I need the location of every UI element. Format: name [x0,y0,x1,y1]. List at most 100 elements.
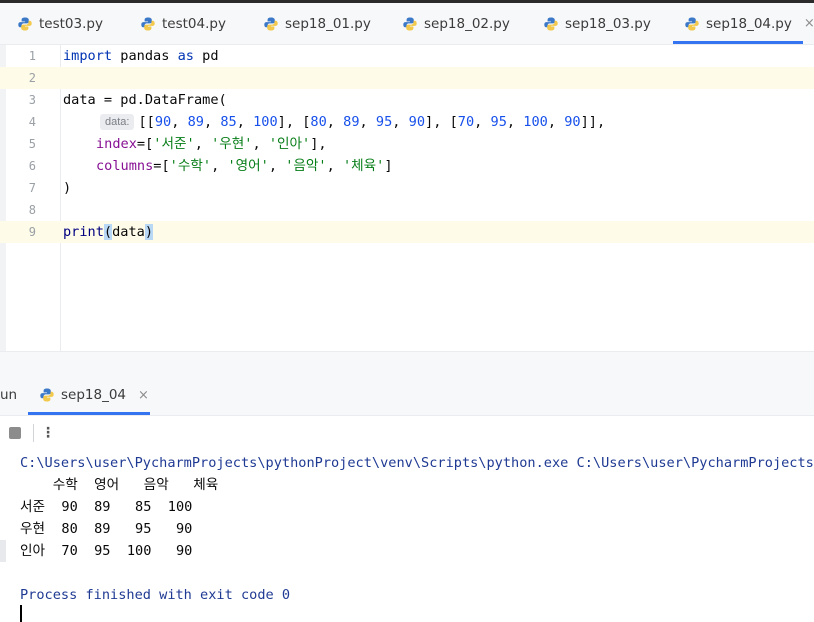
more-options-icon[interactable]: ⋮ [41,421,55,445]
number: 89 [187,114,204,130]
run-console[interactable]: C:\Users\user\PycharmProjects\pythonProj… [0,450,814,622]
matched-brace: ( [103,224,113,240]
python-file-icon [544,17,558,31]
tab-test03[interactable]: test03.py [18,3,103,44]
line-number: 2 [28,71,36,85]
tab-sep18-04[interactable]: sep18_04.py × [673,3,814,44]
tab-test04[interactable]: test04.py [141,3,226,44]
code-text: , [506,114,524,130]
code-text: ], [ [277,114,311,130]
python-file-icon [264,17,278,31]
keyword-argument: columns [96,158,154,174]
code-line: 9 print(data) [0,221,814,243]
line-number: 1 [28,49,36,63]
tab-label: test03.py [39,15,103,32]
python-file-icon [141,17,155,31]
code-text: , [359,114,376,130]
keyword-argument: index [96,136,137,152]
string: '우현' [211,136,253,152]
run-tab-sep18-04[interactable]: sep18_04 × [28,375,150,415]
code-text: ], [310,136,327,152]
code-text: , [203,114,221,130]
code-line: 4 data: [[90, 89, 85, 100], [80, 89, 95, … [0,111,814,133]
process-finished-message: Process finished with exit code 0 [20,587,291,603]
line-number: 8 [28,203,36,217]
editor-tab-bar: test03.py test04.py sep18_01.py sep18_02… [0,3,814,45]
code-text: ) [63,180,72,196]
code-line: 1 import pandas as pd [0,45,814,67]
tab-sep18-03[interactable]: sep18_03.py [544,3,651,44]
code-text: pandas [112,48,178,64]
code-editor[interactable]: 1 import pandas as pd 2 3 data = pd.Data… [0,45,814,351]
python-file-icon [685,17,699,31]
number: 89 [343,114,360,130]
code-line: 5 index=['서준', '우현', '인아'], [0,133,814,155]
tab-label: sep18_04.py [706,15,792,32]
run-tool-window-title: un [0,387,18,403]
close-icon[interactable]: × [804,16,814,31]
tab-sep18-01[interactable]: sep18_01.py [264,3,371,44]
panel-divider[interactable] [0,351,814,376]
code-text: =[ [136,136,154,152]
code-text: [[ [138,114,155,130]
code-line: 8 [0,199,814,221]
close-icon[interactable]: × [138,388,149,403]
console-table-row: 인아 70 95 100 90 [20,543,193,559]
matched-brace: ) [144,224,154,240]
string: '서준' [153,136,195,152]
string: '음악' [285,158,327,174]
tab-label: sep18_03.py [565,15,651,32]
python-file-icon [40,388,54,402]
toolbar-separator [33,424,34,442]
number: 90 [154,114,172,130]
string: '수학' [169,158,212,174]
code-text: =[ [153,158,170,174]
console-gutter-marker [0,540,6,562]
tab-label: sep18_01.py [285,15,371,32]
code-text: , [547,114,565,130]
run-toolbar [0,416,814,450]
number: 100 [253,114,278,130]
builtin-function: print [63,224,104,240]
code-text: data [112,224,145,240]
tab-label: sep18_02.py [424,15,510,32]
line-number: 7 [28,181,36,195]
code-line: 6 columns=['수학', '영어', '음악', '체육'] [0,155,814,177]
number: 85 [220,114,237,130]
number: 90 [564,114,581,130]
code-text: , [171,114,188,130]
parameter-hint: data: [100,114,135,130]
tab-label: test04.py [162,15,226,32]
number: 90 [408,114,426,130]
keyword: as [177,48,194,64]
code-text: , [236,114,254,130]
code-line: 7 ) [0,177,814,199]
python-file-icon [403,17,417,31]
line-number: 9 [28,225,36,239]
code-text: , [474,114,491,130]
line-number: 6 [28,159,36,173]
code-text: ] [384,158,393,174]
console-table-header: 수학 영어 음악 체육 [20,477,219,493]
tab-sep18-02[interactable]: sep18_02.py [403,3,510,44]
string: '영어' [227,158,269,174]
code-text: ], [ [425,114,458,130]
code-line: 3 data = pd.DataFrame( [0,89,814,111]
string: '체육' [342,158,385,174]
number: 95 [375,114,393,130]
line-number: 4 [28,115,36,129]
number: 70 [457,114,475,130]
python-file-icon [18,17,32,31]
run-tab-label: sep18_04 [61,387,127,403]
code-line: 2 [0,67,814,89]
stop-icon[interactable] [9,427,21,439]
string: '인아' [268,136,311,152]
console-table-row: 서준 90 89 85 100 [20,499,193,515]
run-tool-window-header: un sep18_04 × [0,375,814,416]
number: 95 [490,114,507,130]
code-text: , [392,114,409,130]
code-text: pd [193,48,219,64]
console-table-row: 우현 80 89 95 90 [20,521,193,537]
console-caret [20,605,22,622]
number: 100 [523,114,548,130]
